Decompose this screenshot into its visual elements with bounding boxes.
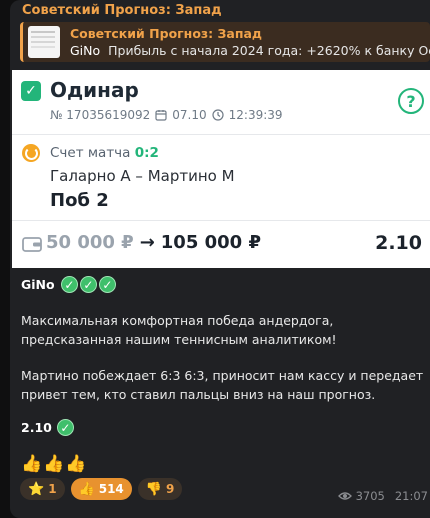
calendar-icon <box>155 110 167 121</box>
bet-type: Одинар <box>50 78 139 102</box>
reply-text: Прибыль с начала 2024 года: +2620% к бан… <box>108 42 430 58</box>
stake-row: 50 000 ₽ → 105 000 ₽ <box>46 232 261 253</box>
reply-author: GiNo <box>70 42 101 58</box>
match-name: Галарно А – Мартино М <box>50 167 235 185</box>
bet-odds: 2.10 <box>375 232 422 254</box>
market-label: Счет матча <box>50 145 131 161</box>
message-time: 21:07 <box>394 489 428 503</box>
thumbs-down-icon: 👎 <box>145 481 162 497</box>
reaction-count: 514 <box>98 482 124 496</box>
payout-amount: 105 000 ₽ <box>160 232 261 253</box>
divider <box>12 134 430 135</box>
reactions: ⭐ 1 👍 514 👎 9 <box>20 478 183 500</box>
help-icon: ? <box>398 88 424 114</box>
check-icon: ✓ <box>21 81 41 101</box>
bet-date: 07.10 <box>172 108 207 122</box>
divider <box>12 220 430 221</box>
check-icon: ✓ <box>98 276 116 293</box>
market: Счет матча 0:2 <box>50 145 159 161</box>
bet-time: 12:39:39 <box>228 108 283 122</box>
market-score: 0:2 <box>134 145 159 161</box>
check-icon: ✓ <box>79 276 97 293</box>
check-icon: ✓ <box>56 419 74 436</box>
channel-name[interactable]: Советский Прогноз: Запад <box>22 3 222 18</box>
reaction-count: 9 <box>165 482 175 496</box>
arrow-right-icon: → <box>139 232 155 253</box>
view-count: 3705 <box>355 489 385 503</box>
bet-meta: № 17035619092 07.10 12:39:39 <box>50 108 283 122</box>
reply-thumbnail <box>28 26 60 58</box>
reply-title: Советский Прогноз: Запад <box>70 25 263 41</box>
reaction-star[interactable]: ⭐ 1 <box>20 478 65 500</box>
stake-amount: 50 000 ₽ <box>46 232 134 253</box>
thumbs-up-emojis: 👍👍👍 <box>21 454 88 474</box>
message-author: GiNo ✓ ✓ ✓ <box>21 276 116 293</box>
clock-icon <box>212 109 224 121</box>
wallet-icon <box>22 237 42 252</box>
reply-body: GiNo Прибыль с начала 2024 года: +2620% … <box>70 42 430 59</box>
reaction-count: 1 <box>48 482 57 496</box>
reaction-thumbs-down[interactable]: 👎 9 <box>137 478 183 500</box>
message-paragraph: Максимальная комфортная победа андердога… <box>21 313 337 347</box>
message-odds: 2.10 ✓ <box>21 419 74 436</box>
eye-icon <box>337 492 352 500</box>
thumbs-up-icon: 👍 <box>78 481 95 497</box>
score-icon <box>22 144 40 162</box>
message-paragraph: Мартино побеждает 6:3 6:3, приносит нам … <box>21 368 424 402</box>
check-icon: ✓ <box>60 276 78 293</box>
bet-card-image[interactable]: ✓ Одинар ? № 17035619092 07.10 12:39:39 … <box>12 70 430 268</box>
author-name: GiNo <box>21 277 55 292</box>
bet-pick: Поб 2 <box>50 190 109 211</box>
message-footer: 3705 21:07 <box>337 489 428 503</box>
star-icon: ⭐ <box>28 481 45 497</box>
bet-number: № 17035619092 <box>50 108 151 122</box>
reply-preview[interactable]: Советский Прогноз: Запад GiNo Прибыль с … <box>20 22 430 62</box>
reaction-thumbs-up[interactable]: 👍 514 <box>70 478 132 500</box>
message-odds-value: 2.10 <box>21 420 52 435</box>
